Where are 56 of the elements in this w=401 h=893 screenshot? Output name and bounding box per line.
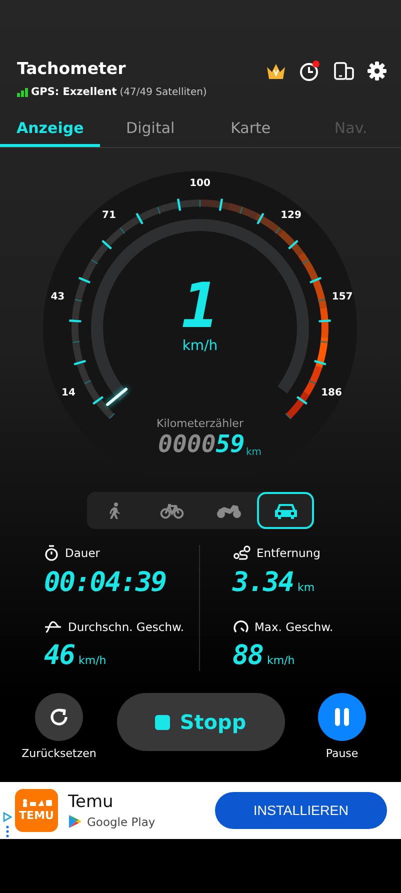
scale-label: 71 — [102, 210, 116, 221]
store-name: Google Play — [87, 814, 156, 828]
stat-label: Entfernung — [256, 546, 320, 560]
wave-icon — [44, 620, 62, 634]
scale-label: 157 — [332, 292, 353, 302]
signal-bars-icon — [17, 88, 28, 96]
install-button[interactable]: INSTALLIEREN — [215, 792, 387, 829]
speed-unit: km/h — [182, 338, 218, 354]
motorcycle-icon — [216, 502, 242, 518]
odometer-unit: km — [246, 447, 262, 458]
tab[interactable]: Digital — [100, 113, 200, 147]
stat-unit: km/h — [78, 654, 106, 667]
route-icon — [232, 545, 250, 561]
refresh-icon — [48, 706, 70, 728]
play-store-icon — [68, 814, 82, 829]
tab[interactable]: Anzeige — [0, 113, 100, 147]
stat-label: Dauer — [65, 546, 100, 560]
pause-icon — [334, 707, 350, 727]
scale-label: 186 — [321, 387, 342, 398]
stat-value: 88 — [232, 640, 264, 671]
stat-unit: km — [298, 581, 315, 594]
scale-label: 43 — [50, 292, 65, 302]
stat-value: 46 — [44, 640, 75, 671]
gps-status: GPS: Exzellent — [31, 86, 117, 98]
odometer-label: Kilometerzähler — [156, 417, 244, 430]
scale-label: 129 — [280, 210, 302, 221]
speedometer-icon — [232, 620, 248, 634]
stopwatch-icon — [44, 545, 59, 561]
pause-label: Pause — [326, 747, 358, 760]
app-title: Tachometer — [17, 58, 127, 80]
pause-button[interactable] — [318, 693, 366, 741]
stat-unit: km/h — [267, 654, 295, 667]
scale-label: 14 — [62, 387, 76, 398]
stat-value: 00:04:39 — [44, 567, 166, 598]
scale-label: 100 — [190, 178, 210, 189]
toys-icon — [22, 799, 52, 807]
crown-icon[interactable] — [266, 62, 286, 80]
satellite-count: (47/49 Satelliten) — [120, 86, 207, 98]
car-mode-button[interactable] — [257, 492, 314, 529]
ad-choices-icon[interactable] — [3, 812, 12, 838]
screen-rotate-icon[interactable] — [334, 61, 354, 81]
settings-icon[interactable] — [367, 61, 387, 81]
app-logo: TEMU — [15, 789, 58, 832]
stat-label: Max. Geschw. — [254, 620, 334, 634]
stat-value: 3.34 — [232, 567, 294, 598]
tab[interactable]: Karte — [200, 113, 301, 147]
reset-label: Zurücksetzen — [22, 747, 96, 760]
bicycle-icon — [160, 502, 184, 518]
clock-icon[interactable] — [299, 60, 321, 82]
needle — [106, 388, 128, 406]
stat-label: Durchschn. Geschw. — [68, 620, 184, 634]
odometer-reading: 000059 — [158, 430, 245, 458]
stop-button[interactable]: Stopp — [116, 693, 284, 751]
reset-button[interactable] — [35, 693, 83, 741]
car-icon — [274, 502, 298, 520]
ad-app-name: Temu — [68, 792, 114, 812]
